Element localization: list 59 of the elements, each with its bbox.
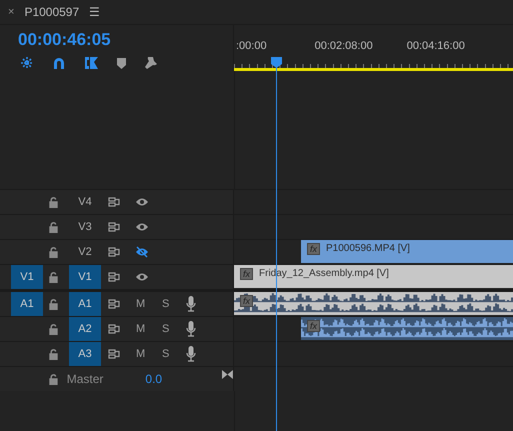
track-target[interactable]: V1: [69, 265, 101, 289]
lock-icon[interactable]: [49, 246, 58, 258]
video-clip[interactable]: fx P1000596.MP4 [V]: [301, 240, 513, 263]
panel-tab[interactable]: P1000597: [24, 5, 80, 19]
microphone-icon[interactable]: [186, 296, 196, 312]
clip-name: P1000596.MP4 [V]: [326, 243, 410, 254]
source-patch[interactable]: V1: [11, 265, 43, 289]
fx-badge: fx: [240, 268, 254, 280]
fx-badge: fx: [307, 320, 320, 332]
audio-clip[interactable]: fx: [301, 317, 513, 340]
track-target[interactable]: V2: [69, 240, 101, 264]
lock-icon[interactable]: [49, 324, 58, 334]
hidden-eye-icon[interactable]: [135, 246, 149, 258]
time-ruler[interactable]: :00:00 00:02:08:00 00:04:16:00: [234, 25, 513, 71]
track-target[interactable]: A2: [69, 317, 101, 341]
ruler-label: 00:02:08:00: [314, 40, 373, 52]
solo-button[interactable]: S: [162, 323, 172, 335]
toggle-output-icon[interactable]: [108, 272, 120, 282]
fx-badge: fx: [240, 295, 254, 307]
lock-icon[interactable]: [49, 298, 58, 310]
toggle-output-icon[interactable]: [108, 222, 120, 232]
lock-icon[interactable]: [48, 374, 58, 384]
track-target[interactable]: A3: [69, 342, 101, 366]
toggle-output-icon[interactable]: [108, 197, 120, 207]
master-label: Master: [66, 372, 104, 386]
menu-icon[interactable]: ☰: [89, 5, 100, 19]
audio-clip[interactable]: fx: [234, 292, 513, 315]
ruler-label: :00:00: [236, 40, 267, 52]
master-volume[interactable]: 0.0: [145, 372, 162, 386]
lock-icon[interactable]: [49, 222, 58, 232]
solo-button[interactable]: S: [162, 298, 172, 310]
linked-selection-icon[interactable]: [84, 56, 99, 70]
toggle-output-icon[interactable]: [108, 247, 120, 257]
eye-icon[interactable]: [135, 271, 149, 283]
microphone-icon[interactable]: [186, 346, 196, 362]
track-target[interactable]: V4: [69, 190, 101, 214]
toggle-output-icon[interactable]: [108, 349, 120, 359]
toggle-output-icon[interactable]: [108, 324, 120, 334]
timecode[interactable]: 00:00:46:05: [18, 30, 111, 50]
lock-icon[interactable]: [49, 348, 58, 360]
track-target[interactable]: A1: [69, 292, 101, 316]
lock-icon[interactable]: [49, 272, 58, 282]
microphone-icon[interactable]: [186, 321, 196, 337]
magnet-icon[interactable]: [52, 56, 66, 70]
bowtie-icon[interactable]: [222, 370, 233, 378]
eye-icon[interactable]: [135, 221, 149, 233]
track-target[interactable]: V3: [69, 215, 101, 239]
toggle-output-icon[interactable]: [108, 299, 120, 309]
source-patch[interactable]: A1: [11, 292, 43, 316]
ruler-label: 00:04:16:00: [406, 40, 465, 52]
eye-icon[interactable]: [135, 196, 149, 208]
close-icon[interactable]: ×: [8, 6, 14, 18]
mute-button[interactable]: M: [136, 323, 146, 335]
fx-badge: fx: [307, 243, 320, 255]
mute-button[interactable]: M: [136, 298, 146, 310]
solo-button[interactable]: S: [162, 348, 172, 360]
marker-icon[interactable]: [117, 58, 126, 68]
mute-button[interactable]: M: [136, 348, 146, 360]
lock-icon[interactable]: [49, 196, 58, 208]
